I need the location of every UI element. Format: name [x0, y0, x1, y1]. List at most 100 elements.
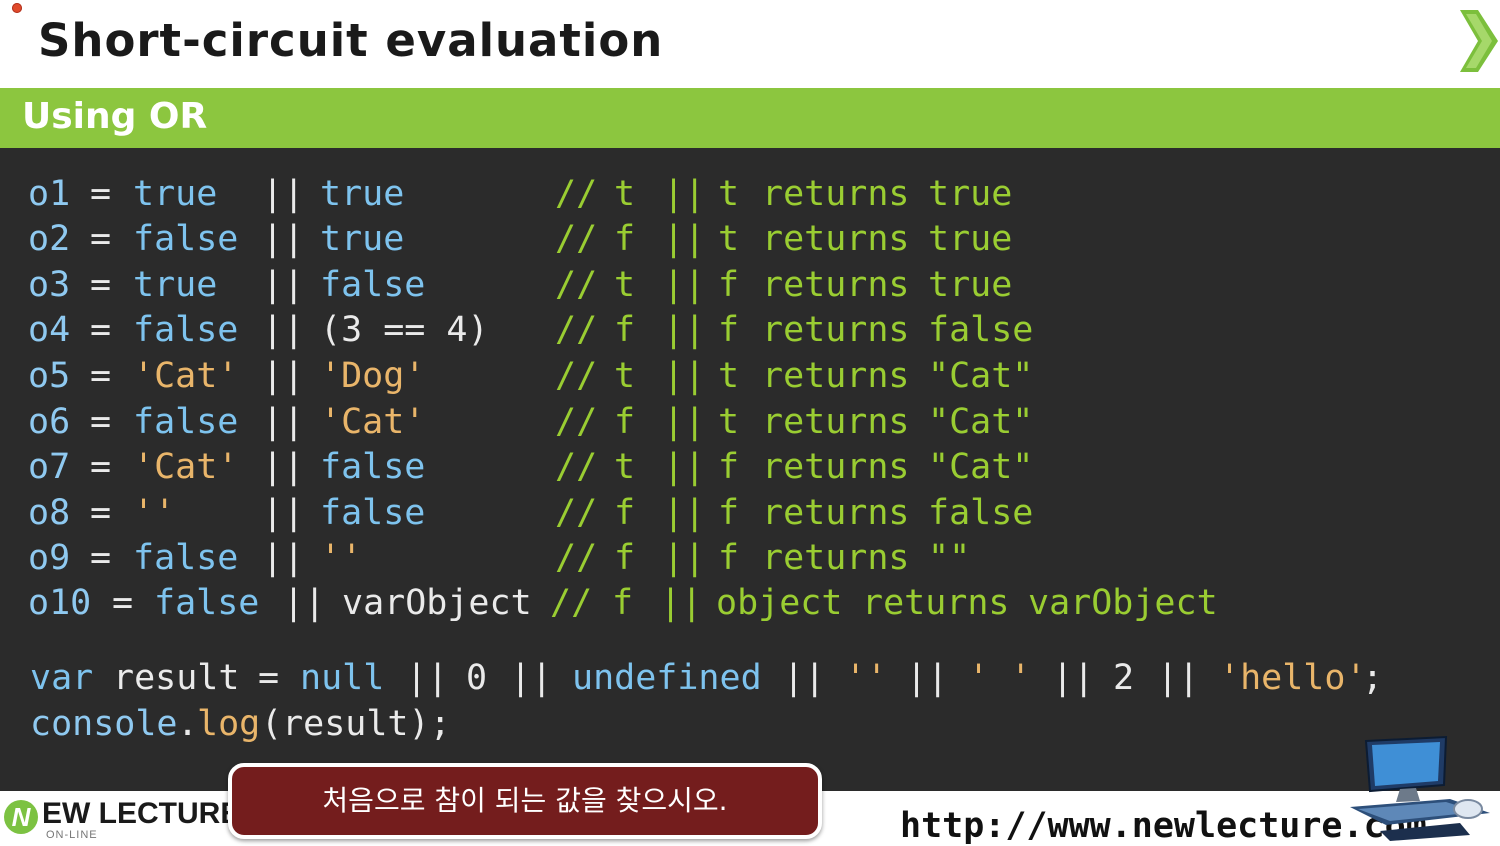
code-token-cb: f [718, 265, 740, 305]
code-token-b: true [320, 174, 405, 214]
code-token-a: 'Cat' [133, 447, 239, 487]
code-token-ret: returns [762, 493, 910, 533]
code-token-ca: f [614, 219, 636, 259]
code-token-op: || [262, 310, 305, 350]
code-panel: o1 = true || true//t || t returns true o2 = false ||… [0, 148, 1500, 791]
section-header: Using OR [0, 88, 1500, 148]
code-token-var: o9 [28, 538, 71, 578]
code-line: o6 = false || 'Cat' // f || t returns "Cat" [0, 400, 1500, 444]
code-token-res: "Cat" [928, 402, 1034, 442]
result-token-t6: 2 [1113, 658, 1135, 698]
code-token-op: || [262, 265, 305, 305]
code-token-var: o5 [28, 356, 71, 396]
code-token-ca: t [614, 356, 636, 396]
code-token-cop: || [663, 447, 706, 487]
logo-mark-icon: N [4, 800, 38, 834]
code-token-cop: || [663, 219, 706, 259]
code-token-b: true [320, 219, 405, 259]
code-token-var: o4 [28, 310, 71, 350]
code-token-a: false [133, 402, 239, 442]
title-bar: Short-circuit evaluation [0, 0, 1500, 88]
code-token-res: true [928, 219, 1013, 259]
logo-text: EW LECTURE [42, 797, 241, 830]
code-token-b: false [320, 493, 426, 533]
code-token-b: false [320, 265, 426, 305]
code-token-a: false [154, 583, 260, 623]
result-token-o4: || [906, 658, 949, 698]
code-token-op: || [262, 402, 305, 442]
code-token-res: "" [928, 538, 971, 578]
code-token-cop: || [660, 583, 703, 623]
result-token-o1: || [406, 658, 449, 698]
result-token-t2: 0 [466, 658, 488, 698]
code-token-cb: f [718, 538, 740, 578]
code-token-cm: // [555, 174, 598, 214]
code-token-cm: // [555, 447, 598, 487]
code-token-cop: || [663, 402, 706, 442]
result-token-o6: || [1157, 658, 1200, 698]
result-token-t5: ' ' [968, 658, 1032, 698]
code-token-res: false [928, 310, 1034, 350]
code-token-ret: returns [762, 310, 910, 350]
chevron-right-icon[interactable] [1456, 6, 1500, 76]
code-token-op: || [262, 174, 305, 214]
code-token-res: true [928, 265, 1013, 305]
code-token-eq: = [90, 493, 112, 533]
code-token-cm: // [550, 583, 593, 623]
code-token-ret: returns [762, 538, 910, 578]
computer-icon [1350, 735, 1490, 841]
code-token-eq: = [90, 447, 112, 487]
code-token-a: false [133, 538, 239, 578]
result-token-kw: var [30, 658, 94, 698]
code-token-ca: f [614, 310, 636, 350]
code-token-op: || [283, 583, 326, 623]
code-token-ret: returns [862, 583, 1010, 623]
code-token-cop: || [663, 265, 706, 305]
code-token-var: o10 [28, 583, 92, 623]
code-token-ca: f [614, 402, 636, 442]
caption-text: 처음으로 참이 되는 값을 찾으시오. [322, 784, 728, 817]
code-token-op: || [262, 493, 305, 533]
code-token-ret: returns [762, 402, 910, 442]
result-token-o2: || [510, 658, 553, 698]
code-token-cb: t [718, 356, 740, 396]
code-token-ca: t [614, 447, 636, 487]
logo-subtitle: ON-LINE [46, 829, 98, 841]
result-token-name: result [113, 658, 240, 698]
code-token-cb: t [718, 219, 740, 259]
result-token-t3: undefined [572, 658, 762, 698]
code-line: o1 = true || true // t || t returns true [0, 172, 1500, 216]
code-token-ca: t [614, 174, 636, 214]
code-token-ca: f [612, 583, 634, 623]
code-token-op: || [262, 219, 305, 259]
code-token-cm: // [555, 493, 598, 533]
code-token-ret: returns [762, 356, 910, 396]
code-token-op: || [262, 356, 305, 396]
code-token-var: o3 [28, 265, 71, 305]
result-token-semi: ; [1362, 658, 1384, 698]
code-token-a: true [133, 265, 218, 305]
code-token-cm: // [555, 219, 598, 259]
code-token-cm: // [555, 265, 598, 305]
console-token-dot: . [177, 704, 199, 744]
code-token-res: true [928, 174, 1013, 214]
code-token-eq: = [90, 219, 112, 259]
code-token-op: || [262, 538, 305, 578]
code-line: o3 = true || false // t || f returns true [0, 263, 1500, 307]
result-token-t1: null [300, 658, 385, 698]
code-token-res: varObject [1028, 583, 1218, 623]
code-token-a: true [133, 174, 218, 214]
code-token-a: false [133, 219, 239, 259]
code-token-cm: // [555, 402, 598, 442]
code-token-eq: = [90, 310, 112, 350]
code-line: o9 = false || '' // f || f returns "" [0, 536, 1500, 580]
result-token-eq: = [258, 658, 280, 698]
console-token-obj: console [30, 704, 178, 744]
code-token-eq: = [90, 402, 112, 442]
code-token-var: o2 [28, 219, 71, 259]
slide-title: Short-circuit evaluation [38, 14, 664, 67]
code-line: o5 = 'Cat' || 'Dog' // t || t returns "Cat" [0, 354, 1500, 398]
code-token-cop: || [663, 493, 706, 533]
code-token-a: 'Cat' [133, 356, 239, 396]
result-token-o3: || [783, 658, 826, 698]
